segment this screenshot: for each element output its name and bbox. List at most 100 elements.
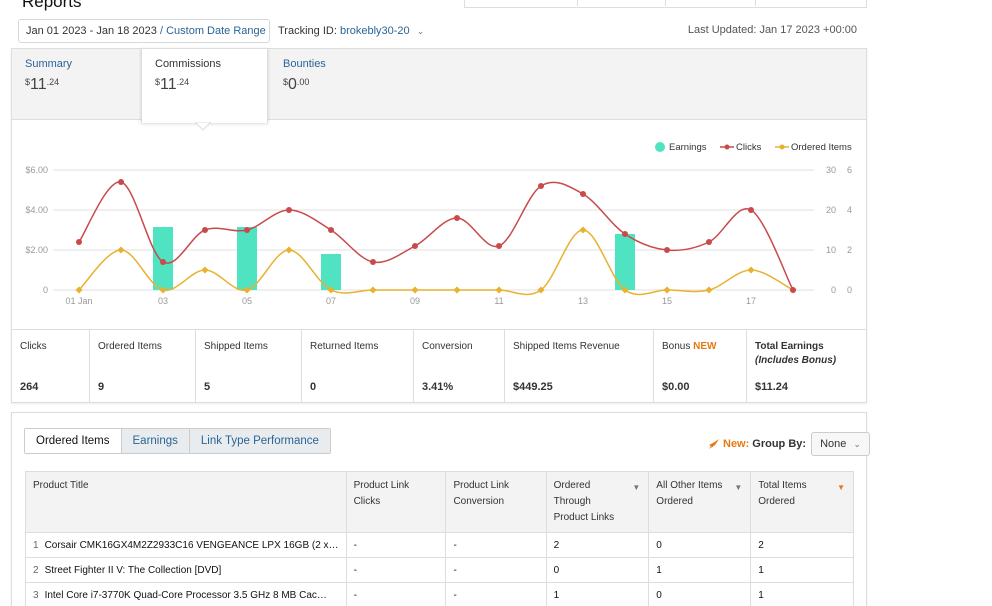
y-tick-ordered: 4 <box>847 205 852 215</box>
chart-lines <box>75 179 797 296</box>
header-all-other-items[interactable]: All Other Items Ordered ▼ <box>648 471 752 533</box>
last-updated: Last Updated: Jan 17 2023 +00:00 <box>687 24 857 36</box>
group-by-select[interactable]: None ⌄ <box>811 431 870 456</box>
tab-ordered-items[interactable]: Ordered Items <box>25 429 121 453</box>
other-cell: 1 <box>648 557 752 583</box>
date-range-selector[interactable]: Jan 01 2023 - Jan 18 2023 / Custom Date … <box>18 19 270 58</box>
tab-bounties[interactable]: Bounties $0.00 <box>270 49 390 121</box>
tab-earnings[interactable]: Earnings <box>120 429 189 453</box>
header-ordered-through-links[interactable]: Ordered Through Product Links ▼ <box>545 471 650 533</box>
sort-active-icon: ▼ <box>837 483 845 492</box>
clicks-point <box>706 239 712 245</box>
metric-shipped-items: Shipped Items 5 <box>195 330 301 403</box>
ordered-point <box>495 286 503 294</box>
tab-link-type-performance[interactable]: Link Type Performance <box>188 429 330 453</box>
clicks-cell: - <box>345 582 447 606</box>
metric-clicks: Clicks 264 <box>12 330 87 403</box>
clicks-point <box>790 287 796 293</box>
x-tick-label: 07 <box>326 296 336 306</box>
x-axis-labels: 01 Jan 03 05 07 09 11 13 15 17 <box>65 296 756 306</box>
ordered-cell: 0 <box>545 557 650 583</box>
tracking-label: Tracking ID: <box>278 25 337 37</box>
summary-tabs: Summary $11.24 Commissions $11.24 Bounti… <box>11 48 867 123</box>
header-total-items-ordered[interactable]: Total Items Ordered ▼ <box>750 471 854 533</box>
y-tick-ordered: 6 <box>847 165 852 175</box>
y-tick-earnings: $4.00 <box>25 205 48 215</box>
metric-bonus: Bonus NEW $0.00 <box>653 330 746 403</box>
clicks-point <box>370 259 376 265</box>
product-title-cell[interactable]: 1 Corsair CMK16GX4M2Z2933C16 VENGEANCE LP… <box>25 532 347 558</box>
metric-value: $0.00 <box>662 381 690 393</box>
ordered-cell: 2 <box>545 532 650 558</box>
clicks-point <box>664 247 670 253</box>
y-tick-ordered: 2 <box>847 245 852 255</box>
metric-label: Returned Items <box>310 341 379 352</box>
ordered-point <box>411 286 419 294</box>
metric-label: Conversion <box>422 341 473 352</box>
legend-swatch <box>724 144 730 150</box>
clicks-point <box>412 243 418 249</box>
metrics-row: Clicks 264 Ordered Items 9 Shipped Items… <box>12 329 866 403</box>
tab-summary-label: Summary <box>25 58 73 70</box>
metric-value: 264 <box>20 381 39 393</box>
earnings-chart: Earnings Clicks Ordered Items $6.00 30 6 $4.0… <box>25 142 852 306</box>
clicks-point <box>454 215 460 221</box>
total-cell: 1 <box>750 557 854 583</box>
group-by-label: Group By: <box>752 437 807 450</box>
new-badge: NEW <box>693 341 717 352</box>
table-row: 1 Corsair CMK16GX4M2Z2933C16 VENGEANCE LP… <box>25 532 854 558</box>
ordered-point <box>201 266 209 274</box>
earnings-bar <box>237 227 257 290</box>
product-title-cell[interactable]: 3 Intel Core i7-3770K Quad-Core Processor… <box>25 582 347 606</box>
x-tick-label: 03 <box>158 296 168 306</box>
header-product-link-conversion[interactable]: Product Link Conversion <box>445 471 547 533</box>
clicks-point <box>202 227 208 233</box>
table-header-row: Product Title Product Link Clicks Produc… <box>25 471 854 533</box>
sort-down-icon: ▼ <box>632 483 641 492</box>
metric-label: Bonus NEW <box>662 341 717 352</box>
y-tick-clicks: 10 <box>826 245 836 255</box>
header-product-title[interactable]: Product Title <box>25 471 347 533</box>
x-tick-label: 05 <box>242 296 252 306</box>
tracking-id: brokebly30-20 <box>339 25 410 37</box>
metric-label: Total Earnings (Includes Bonus) <box>755 341 837 366</box>
tab-summary[interactable]: Summary $11.24 <box>12 49 141 121</box>
ordered-point <box>369 286 377 294</box>
tab-bounties-label: Bounties <box>283 58 326 70</box>
product-title-cell[interactable]: 2 Street Fighter II V: The Collection [DV… <box>25 557 347 583</box>
ordered-point <box>117 246 125 254</box>
tab-commissions[interactable]: Commissions $11.24 <box>141 48 268 123</box>
metric-label: Shipped Items <box>204 341 268 352</box>
metric-value: 9 <box>98 381 105 393</box>
tab-commissions-label: Commissions <box>155 58 222 70</box>
ordered-point <box>453 286 461 294</box>
other-cell: 0 <box>648 582 752 606</box>
sort-down-icon: ▼ <box>734 483 743 492</box>
total-cell: 2 <box>750 532 854 558</box>
ordered-cell: 1 <box>545 582 650 606</box>
top-tabs-stub <box>464 0 867 8</box>
metric-value: $11.24 <box>755 381 789 393</box>
ordered-point <box>747 266 755 274</box>
ordered-point <box>579 226 587 234</box>
x-tick-label: 13 <box>578 296 588 306</box>
chevron-down-icon: ⌄ <box>853 438 861 449</box>
date-range-type: Custom Date Range <box>166 25 266 37</box>
ordered-items-line <box>78 229 794 296</box>
conversion-cell: - <box>445 582 547 606</box>
header-product-link-clicks[interactable]: Product Link Clicks <box>345 471 447 533</box>
clicks-cell: - <box>345 532 447 558</box>
new-label: New: <box>723 437 750 450</box>
chart-grid: $6.00 30 6$4.00 20 4$2.00 10 20 0 0 <box>25 165 852 295</box>
x-tick-label: 15 <box>662 296 672 306</box>
metric-value: 0 <box>310 381 317 393</box>
date-range-separator: / <box>159 25 164 37</box>
total-cell: 1 <box>750 582 854 606</box>
metric-value: 5 <box>204 381 211 393</box>
conversion-cell: - <box>445 532 547 558</box>
tracking-id-selector[interactable]: Tracking ID: brokebly30-20 ⌄ <box>278 25 424 37</box>
metric-label: Shipped Items Revenue <box>513 341 620 352</box>
clicks-point <box>160 259 166 265</box>
clicks-point <box>622 231 628 237</box>
tab-commissions-amount: $11.24 <box>155 76 190 93</box>
